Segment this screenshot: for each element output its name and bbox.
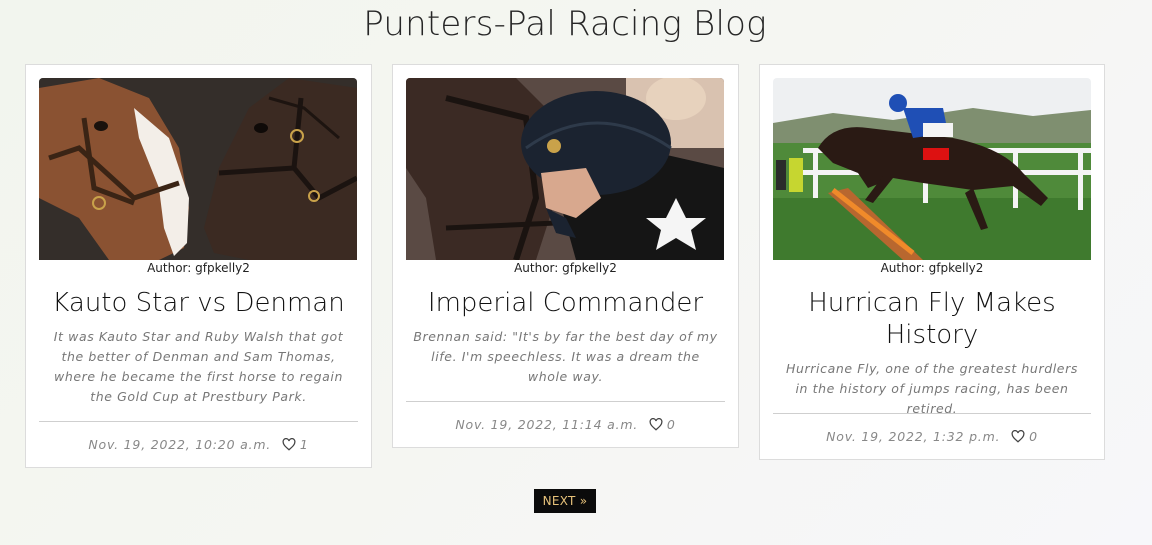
post-title[interactable]: Imperial Commander <box>403 287 728 319</box>
post-author: Author: gfpkelly2 <box>514 261 617 275</box>
post-meta: Nov. 19, 2022, 10:20 a.m. 1 <box>26 437 371 454</box>
like-count: 1 <box>299 437 309 452</box>
two-horses-heads-photo <box>39 78 357 260</box>
next-page-button[interactable]: NEXT » <box>534 489 596 513</box>
post-card[interactable]: Author: gfpkelly2 Kauto Star vs Denman I… <box>25 64 372 468</box>
heart-icon[interactable] <box>1011 429 1025 446</box>
heart-icon[interactable] <box>649 417 663 434</box>
post-meta: Nov. 19, 2022, 11:14 a.m. 0 <box>393 417 738 434</box>
post-date: Nov. 19, 2022, 1:32 p.m. <box>826 429 1001 444</box>
post-date: Nov. 19, 2022, 11:14 a.m. <box>455 417 639 432</box>
horse-jumping-hurdle-photo <box>773 78 1091 260</box>
card-divider <box>39 421 358 422</box>
like-count: 0 <box>666 417 676 432</box>
post-excerpt: It was Kauto Star and Ruby Walsh that go… <box>53 329 344 404</box>
post-author: Author: gfpkelly2 <box>880 261 984 275</box>
post-title[interactable]: Hurrican Fly Makes History <box>770 287 1094 351</box>
post-meta: Nov. 19, 2022, 1:32 p.m. 0 <box>760 429 1104 446</box>
post-image[interactable] <box>773 78 1091 260</box>
post-image[interactable] <box>406 78 724 260</box>
post-author: Author: gfpkelly2 <box>147 261 250 275</box>
post-card[interactable]: Author: gfpkelly2 Imperial Commander Bre… <box>392 64 739 448</box>
post-excerpt: Hurricane Fly, one of the greatest hurdl… <box>786 361 1078 416</box>
post-title[interactable]: Kauto Star vs Denman <box>36 287 361 319</box>
post-date: Nov. 19, 2022, 10:20 a.m. <box>88 437 272 452</box>
post-excerpt: Brennan said: "It's by far the best day … <box>413 329 718 384</box>
jockey-kissing-horse-photo <box>406 78 724 260</box>
heart-icon[interactable] <box>282 437 296 454</box>
post-card[interactable]: Author: gfpkelly2 Hurrican Fly Makes His… <box>759 64 1105 460</box>
page-title: Punters-Pal Racing Blog <box>363 4 767 44</box>
like-count: 0 <box>1029 429 1038 444</box>
card-divider <box>773 413 1091 414</box>
card-divider <box>406 401 725 402</box>
post-image[interactable] <box>39 78 357 260</box>
